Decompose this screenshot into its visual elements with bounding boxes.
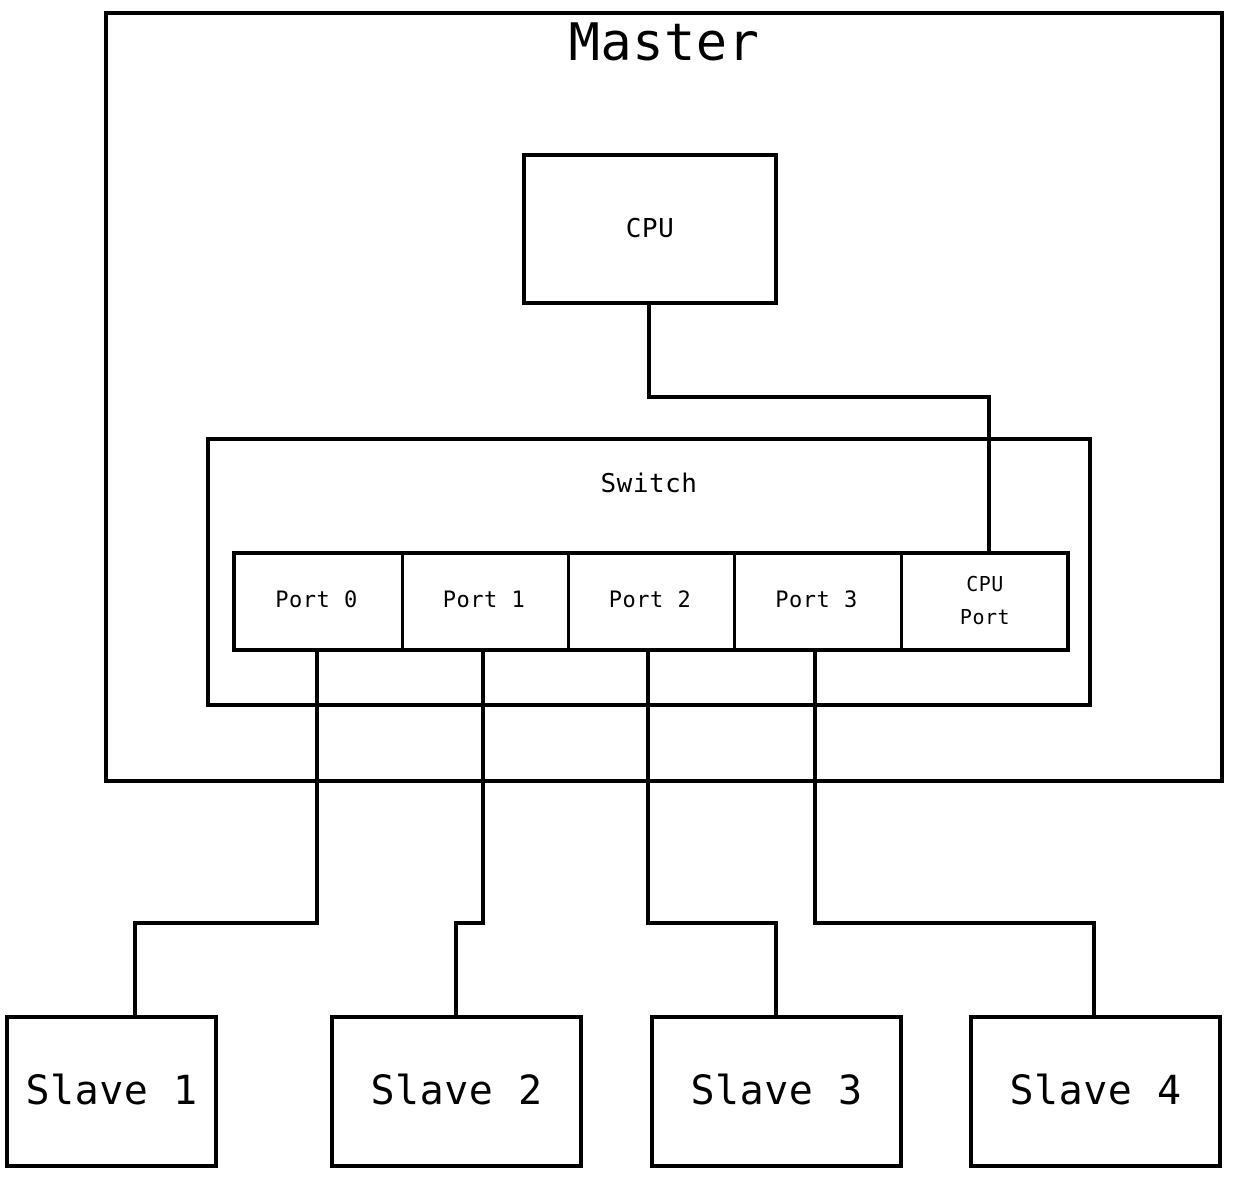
wire-port0-seg3 xyxy=(133,921,137,1017)
cpu-port-label-line2[interactable]: Port xyxy=(900,605,1070,630)
wire-port3-seg3 xyxy=(1092,921,1096,1017)
port-divider-4 xyxy=(900,551,903,652)
diagram-canvas: Master CPU Switch Port 0 Port 1 Port 2 P… xyxy=(0,0,1240,1185)
wire-port2-seg3 xyxy=(774,921,778,1017)
cpu-label: CPU xyxy=(625,214,675,244)
wire-port3-seg1 xyxy=(813,650,817,923)
wire-cpu-right xyxy=(647,395,991,399)
wire-port0-seg2 xyxy=(133,921,319,925)
port-label-2[interactable]: Port 2 xyxy=(567,589,733,612)
wire-port2-seg2 xyxy=(646,921,778,925)
switch-label: Switch xyxy=(600,469,698,499)
wire-port1-seg1 xyxy=(481,650,485,923)
port-label-3[interactable]: Port 3 xyxy=(733,589,900,612)
slave-1-label: Slave 1 xyxy=(25,1068,198,1114)
master-title: Master xyxy=(568,13,760,73)
wire-port1-seg2 xyxy=(454,921,485,925)
wire-port1-seg3 xyxy=(454,921,458,1017)
slave-2-label: Slave 2 xyxy=(370,1068,543,1114)
wire-port0-seg1 xyxy=(315,650,319,923)
port-label-0[interactable]: Port 0 xyxy=(232,589,401,612)
port-label-1[interactable]: Port 1 xyxy=(401,589,567,612)
wire-port2-seg1 xyxy=(646,650,650,923)
cpu-port-label-line1[interactable]: CPU xyxy=(900,572,1070,597)
slave-4-label: Slave 4 xyxy=(1009,1068,1182,1114)
wire-port3-seg2 xyxy=(813,921,1096,925)
wire-cpu-down xyxy=(647,303,651,399)
slave-3-label: Slave 3 xyxy=(690,1068,863,1114)
